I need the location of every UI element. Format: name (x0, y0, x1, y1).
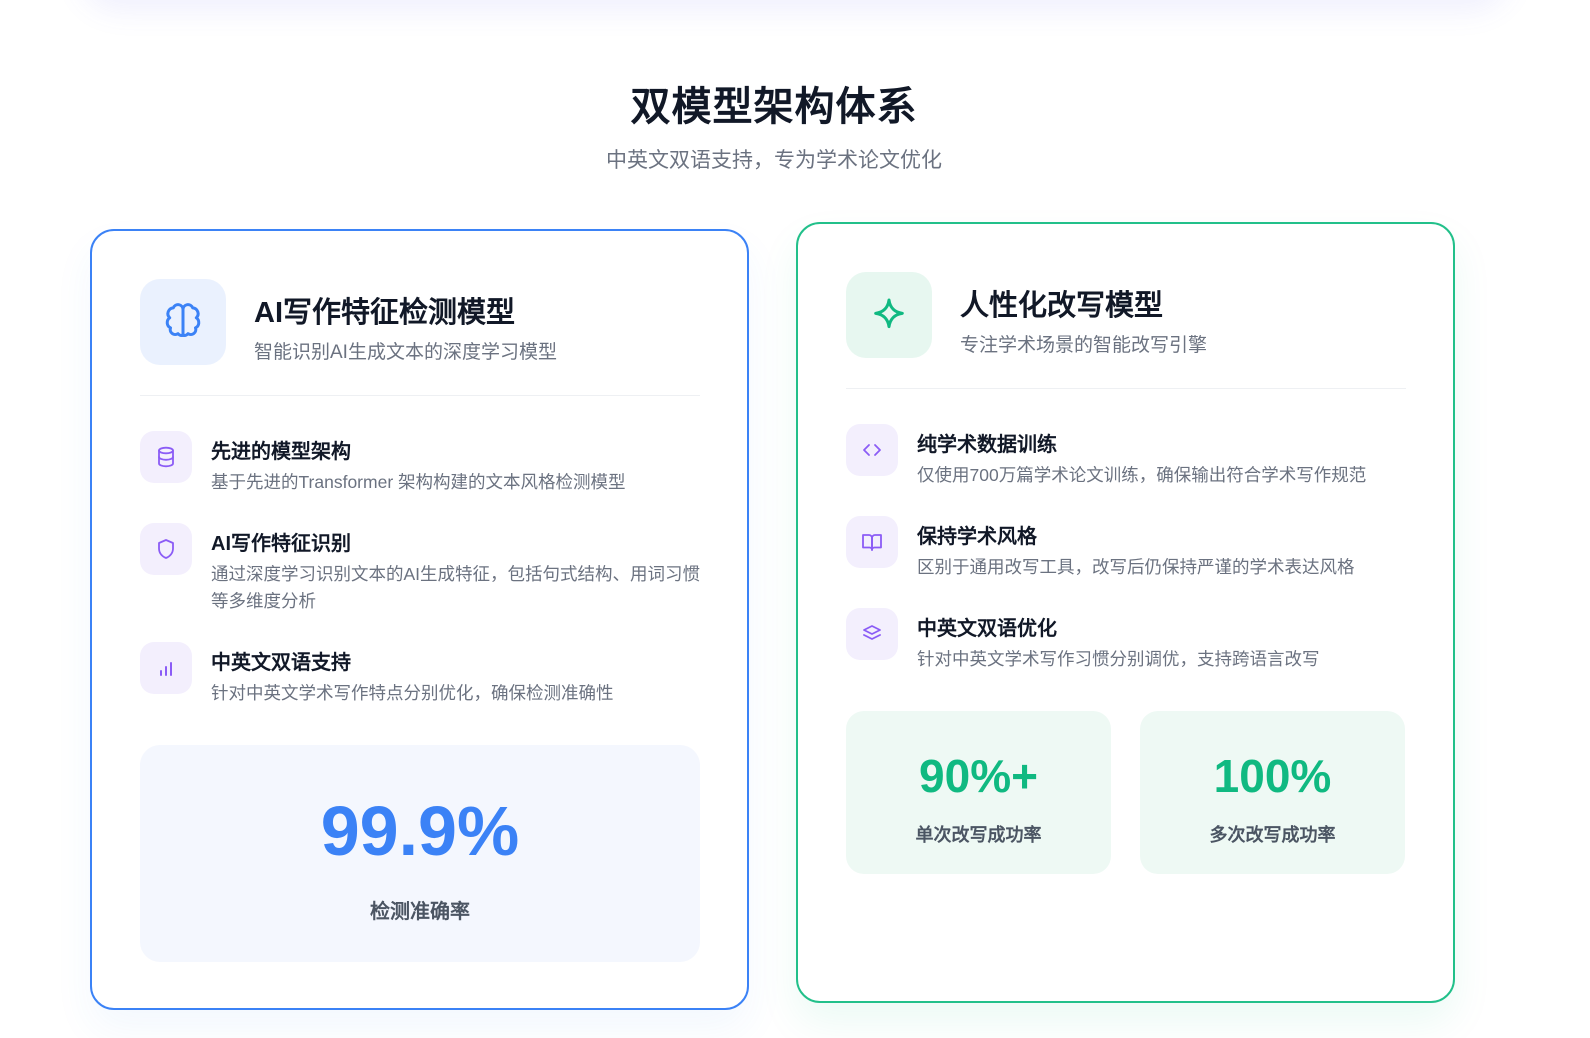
feature-description: 针对中英文学术写作特点分别优化，确保检测准确性 (211, 683, 614, 703)
feature-description: 仅使用700万篇学术论文训练，确保输出符合学术写作规范 (917, 465, 1367, 485)
feature-description: 通过深度学习识别文本的AI生成特征，包括句式结构、用词习惯等多维度分析 (211, 564, 701, 611)
code-icon (846, 424, 898, 476)
card-header: 人性化改写模型 专注学术场景的智能改写引擎 (846, 272, 1406, 389)
feature-title: 保持学术风格 (917, 526, 1037, 548)
feature-description: 针对中英文学术写作习惯分别调优，支持跨语言改写 (917, 649, 1320, 669)
stat-label: 多次改写成功率 (1209, 825, 1336, 845)
shield-icon (140, 523, 192, 575)
stat-value: 99.9% (320, 792, 520, 870)
feature-description: 基于先进的Transformer 架构构建的文本风格检测模型 (211, 472, 626, 492)
feature-title: 中英文双语优化 (917, 618, 1057, 640)
feature-title: 纯学术数据训练 (917, 434, 1057, 456)
feature-title: 中英文双语支持 (211, 652, 351, 674)
section-subtitle: 中英文双语支持，专为学术论文优化 (606, 149, 942, 172)
model-title: AI写作特征检测模型 (254, 297, 516, 329)
detection-model-card: AI写作特征检测模型 智能识别AI生成文本的深度学习模型 先进的模型架构 基于先… (90, 229, 749, 1010)
model-description: 智能识别AI生成文本的深度学习模型 (254, 342, 557, 363)
stat-label: 检测准确率 (370, 901, 470, 923)
database-icon (140, 431, 192, 483)
rewrite-model-card: 人性化改写模型 专注学术场景的智能改写引擎 纯学术数据训练 仅使用700万篇学术… (796, 222, 1455, 1003)
brain-icon (140, 279, 226, 365)
bar-chart-icon (140, 642, 192, 694)
feature-title: AI写作特征识别 (211, 533, 351, 555)
stat-label: 单次改写成功率 (915, 825, 1042, 845)
stat-value: 100% (1213, 750, 1332, 802)
layers-icon (846, 608, 898, 660)
sparkle-icon (846, 272, 932, 358)
feature-description: 区别于通用改写工具，改写后仍保持严谨的学术表达风格 (917, 557, 1355, 577)
section-title: 双模型架构体系 (630, 85, 918, 129)
accuracy-stat: 99.9% 检测准确率 (140, 745, 700, 962)
stat-value: 90%+ (919, 750, 1038, 802)
single-rewrite-stat: 90%+ 单次改写成功率 (846, 711, 1111, 874)
feature-title: 先进的模型架构 (211, 441, 351, 463)
model-description: 专注学术场景的智能改写引擎 (960, 335, 1208, 356)
book-open-icon (846, 516, 898, 568)
multi-rewrite-stat: 100% 多次改写成功率 (1140, 711, 1405, 874)
card-header: AI写作特征检测模型 智能识别AI生成文本的深度学习模型 (140, 279, 700, 396)
model-title: 人性化改写模型 (960, 290, 1164, 322)
